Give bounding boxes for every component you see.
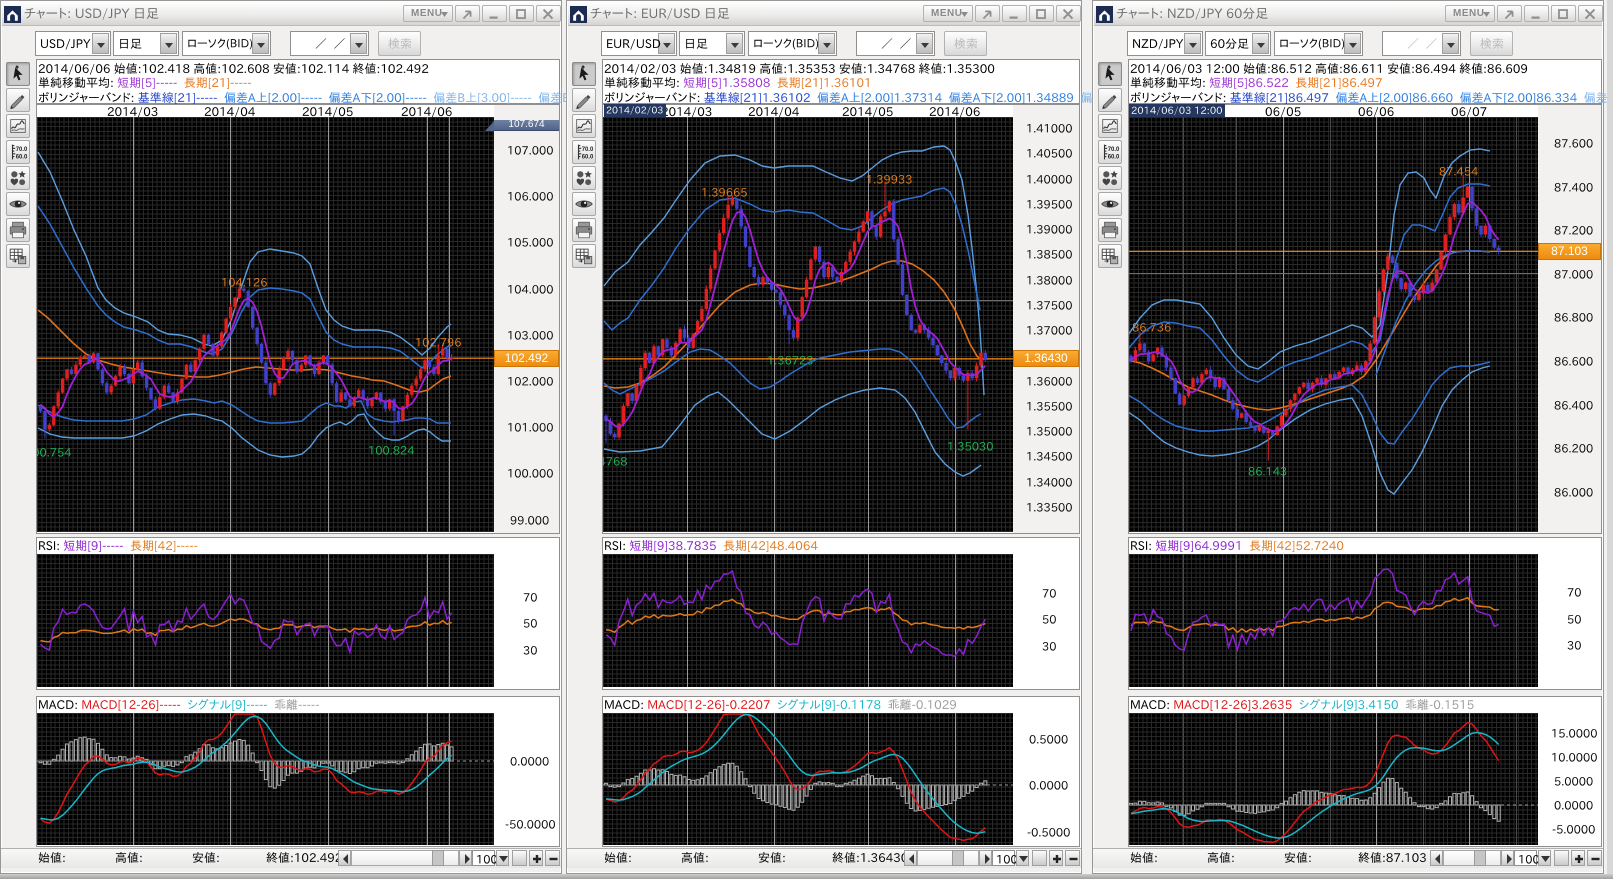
svg-text:70.0: 70.0 — [582, 147, 594, 153]
svg-text:70.0: 70.0 — [16, 147, 28, 153]
svg-text:70.0: 70.0 — [1108, 147, 1120, 153]
svg-text:60.0: 60.0 — [582, 154, 594, 160]
svg-text:60.0: 60.0 — [1108, 154, 1120, 160]
svg-text:60.0: 60.0 — [16, 154, 28, 160]
